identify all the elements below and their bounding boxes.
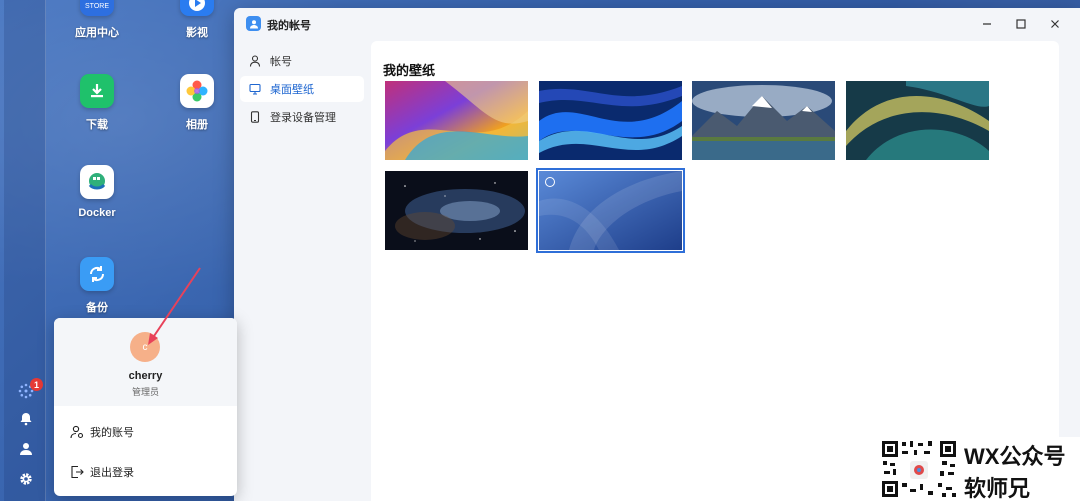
maximize-icon [1016, 19, 1026, 29]
app-label: 影视 [186, 27, 208, 39]
avatar[interactable]: c [130, 332, 160, 362]
docker-icon [80, 165, 114, 199]
my-account-menu-item[interactable]: 我的账号 [70, 424, 134, 440]
watermark: WX公众号 软师兄 [878, 437, 1080, 501]
menu-item-label: 我的账号 [90, 427, 134, 439]
wallpaper-rainbow-waves[interactable] [385, 81, 528, 160]
bell-icon[interactable] [16, 409, 36, 429]
user-gear-icon [70, 425, 84, 439]
app-center-app[interactable]: STORE 应用中心 [57, 0, 137, 40]
qr-code-icon [880, 439, 958, 499]
account-window: 我的帐号 帐号 桌面壁纸 登录设备管理 我的壁纸 [234, 8, 1080, 501]
sidebar-item-account[interactable]: 帐号 [240, 48, 364, 74]
wallpaper-blue-ribbons[interactable] [539, 81, 682, 160]
wallpaper-thumbnail [539, 81, 682, 160]
video-app[interactable]: 影视 [157, 0, 237, 40]
user-icon [248, 54, 262, 68]
app-label: 应用中心 [75, 27, 119, 39]
watermark-line1: WX公众号 [964, 444, 1066, 469]
docker-app[interactable]: Docker [57, 165, 137, 219]
menu-item-label: 退出登录 [90, 467, 134, 479]
sidebar-item-label: 登录设备管理 [270, 112, 336, 124]
window-titlebar[interactable]: 我的帐号 [234, 8, 1080, 40]
sidebar-item-devices[interactable]: 登录设备管理 [240, 104, 364, 130]
wallpaper-thumbnail [385, 171, 528, 250]
app-label: 备份 [86, 302, 108, 314]
close-icon [1051, 20, 1059, 28]
wallpaper-mountain-lake[interactable] [692, 81, 835, 160]
account-logo-icon [246, 16, 261, 31]
sync-icon [80, 257, 114, 291]
store-icon: STORE [80, 0, 114, 16]
dock [4, 0, 46, 501]
app-label: 下载 [86, 119, 108, 131]
logout-icon [70, 465, 84, 479]
user-popup: c cherry 管理员 我的账号 退出登录 [54, 318, 237, 496]
watermark-line2: 软师兄 [964, 476, 1031, 501]
user-role: 管理员 [131, 387, 159, 397]
wallpaper-thumbnail [692, 81, 835, 160]
backup-app[interactable]: 备份 [57, 257, 137, 315]
close-button[interactable] [1044, 14, 1066, 34]
wallpaper-blue-abstract[interactable] [536, 168, 685, 253]
logout-menu-item[interactable]: 退出登录 [70, 464, 134, 480]
wallpaper-thumbnail [846, 81, 989, 160]
play-icon [180, 0, 214, 16]
wallpaper-thumbnail [385, 81, 528, 160]
wallpaper-green-swirl[interactable] [846, 81, 989, 160]
sidebar-item-wallpaper[interactable]: 桌面壁纸 [240, 76, 364, 102]
monitor-icon [248, 82, 262, 96]
window-title: 我的帐号 [267, 20, 311, 32]
minimize-icon [983, 23, 991, 25]
download-app[interactable]: 下载 [57, 74, 137, 132]
photos-app[interactable]: 相册 [157, 74, 237, 132]
user-name: cherry [128, 370, 163, 382]
selected-indicator-icon [545, 177, 555, 187]
wallpaper-panel: 我的壁纸 [371, 41, 1059, 501]
notification-badge: 1 [30, 378, 43, 391]
wallpaper-thumbnail [539, 171, 682, 250]
user-icon[interactable] [16, 439, 36, 459]
wallpaper-galaxy[interactable] [385, 171, 528, 250]
user-popup-header: c cherry 管理员 [54, 318, 237, 406]
download-icon [80, 74, 114, 108]
content-title: 我的壁纸 [383, 63, 436, 78]
flower-icon [180, 74, 214, 108]
maximize-button[interactable] [1010, 14, 1032, 34]
phone-icon [248, 110, 262, 124]
sidebar-item-label: 桌面壁纸 [270, 84, 314, 96]
app-label: Docker [78, 207, 116, 219]
app-label: 相册 [186, 119, 208, 131]
window-sidebar: 帐号 桌面壁纸 登录设备管理 [234, 46, 370, 132]
sidebar-item-label: 帐号 [270, 56, 292, 68]
minimize-button[interactable] [976, 14, 998, 34]
gear-icon[interactable] [16, 469, 36, 489]
